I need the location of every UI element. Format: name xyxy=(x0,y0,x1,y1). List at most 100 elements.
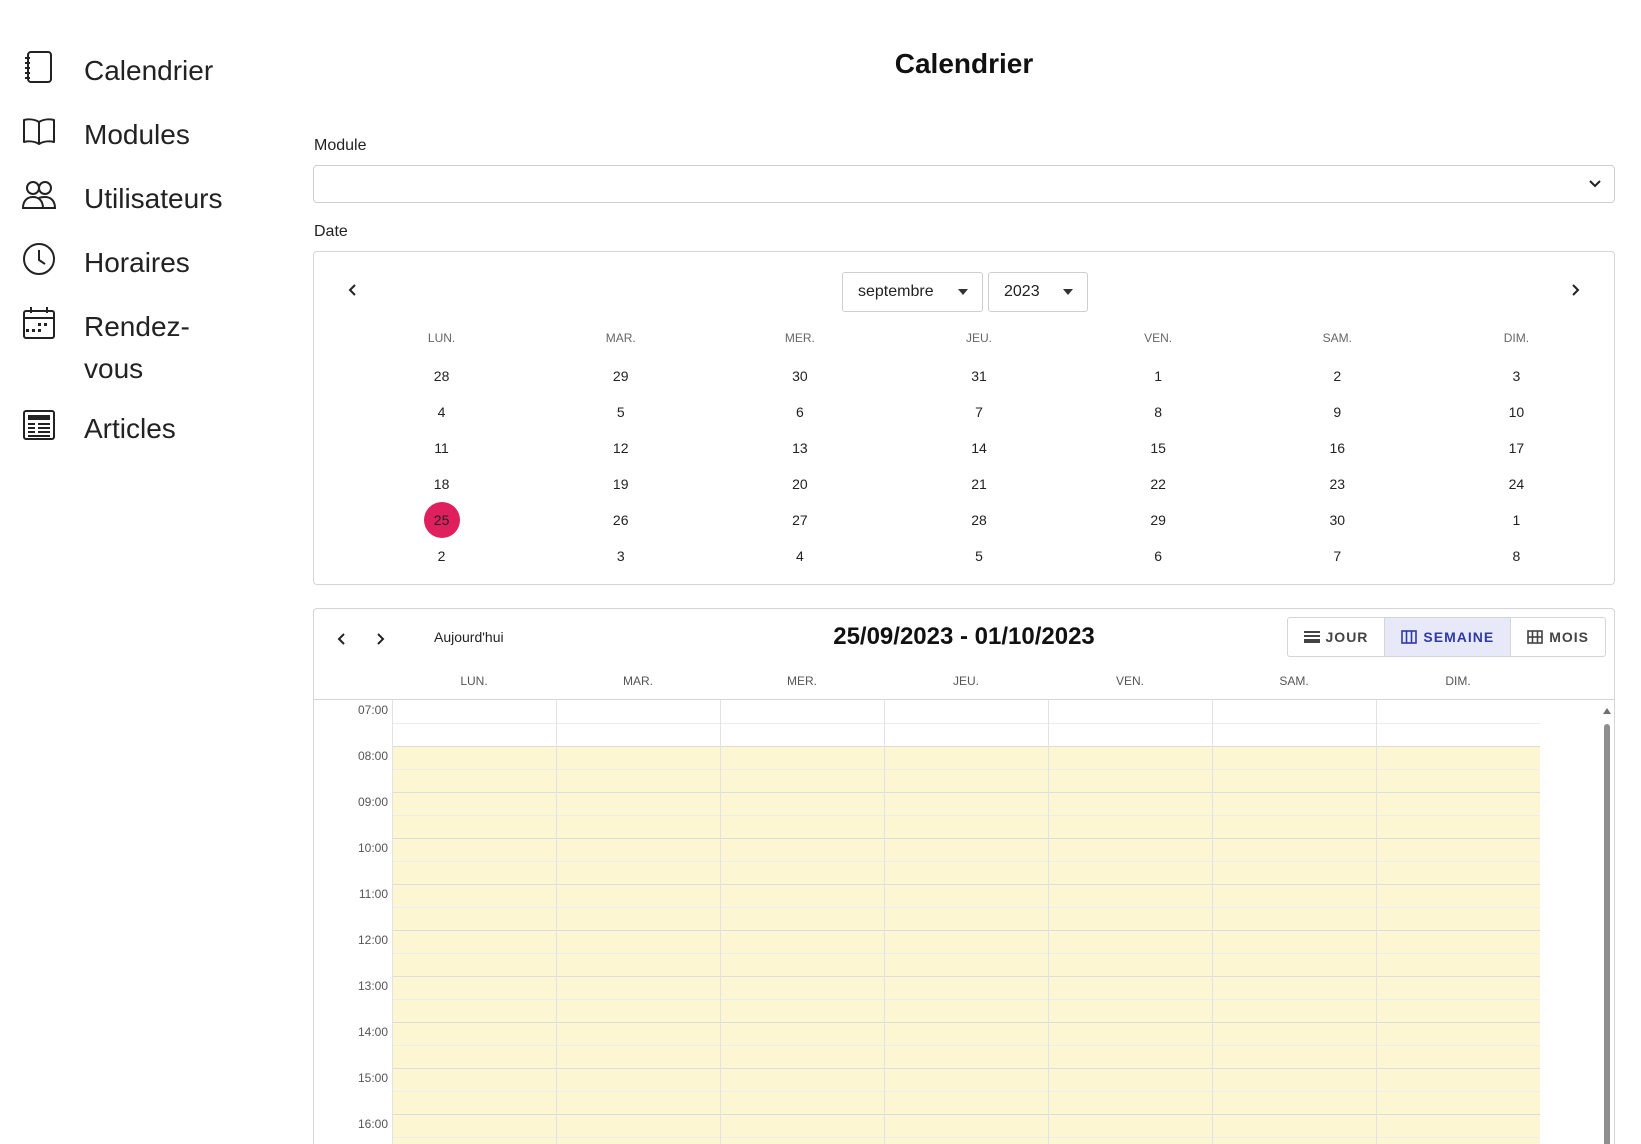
month-dropdown[interactable]: septembre xyxy=(842,272,983,312)
day-number: 30 xyxy=(792,368,808,384)
today-button[interactable]: Aujourd'hui xyxy=(434,629,504,645)
day-number: 7 xyxy=(975,404,983,420)
day-cell[interactable]: 19 xyxy=(531,466,710,502)
week-row: 4 5 6 7 8 9 10 xyxy=(352,394,1606,430)
day-cell[interactable]: 3 xyxy=(531,538,710,574)
day-cell[interactable]: 4 xyxy=(710,538,889,574)
day-cell[interactable]: 28 xyxy=(889,502,1068,538)
view-month-button[interactable]: MOIS xyxy=(1511,618,1605,656)
sidebar-item-label: Horaires xyxy=(84,247,190,278)
day-cell[interactable]: 1 xyxy=(1069,358,1248,394)
caret-down-icon xyxy=(958,289,968,295)
day-cell[interactable]: 30 xyxy=(710,358,889,394)
day-cell[interactable]: 7 xyxy=(889,394,1068,430)
day-cell[interactable]: 29 xyxy=(531,358,710,394)
day-cell[interactable]: 24 xyxy=(1427,466,1606,502)
day-number: 16 xyxy=(1329,440,1346,456)
clock-icon xyxy=(22,242,56,276)
sidebar-item-modules[interactable]: Modules xyxy=(0,102,290,166)
day-number: 1 xyxy=(1512,512,1521,528)
scrollbar-thumb[interactable] xyxy=(1604,724,1610,1144)
day-cell[interactable]: 14 xyxy=(889,430,1068,466)
week-row: 11 12 13 14 15 16 17 xyxy=(352,430,1606,466)
day-cell[interactable]: 5 xyxy=(531,394,710,430)
day-cell[interactable]: 31 xyxy=(889,358,1068,394)
week-view-icon xyxy=(1401,630,1418,644)
day-number: 23 xyxy=(1329,476,1346,492)
day-cell[interactable]: 6 xyxy=(1069,538,1248,574)
day-number: 13 xyxy=(792,440,808,456)
day-cell[interactable]: 26 xyxy=(531,502,710,538)
day-number: 3 xyxy=(616,548,625,564)
day-cell[interactable]: 28 xyxy=(352,358,531,394)
previous-month-button[interactable] xyxy=(340,277,366,303)
day-number: 3 xyxy=(1512,368,1521,384)
day-number: 6 xyxy=(795,404,804,420)
day-column[interactable] xyxy=(884,700,1048,1144)
day-cell[interactable]: 7 xyxy=(1248,538,1427,574)
day-column[interactable] xyxy=(1212,700,1376,1144)
sidebar-item-rendez-vous[interactable]: Rendez-vous xyxy=(0,294,290,396)
day-number: 15 xyxy=(1150,440,1166,456)
time-slot-label: 14:00 xyxy=(357,1025,388,1039)
day-cell[interactable]: 13 xyxy=(710,430,889,466)
month-grid: LUN. MAR. MER. JEU. VEN. SAM. DIM. 28 29 3… xyxy=(352,328,1606,574)
day-cell[interactable]: 17 xyxy=(1427,430,1606,466)
book-icon xyxy=(22,114,56,148)
day-cell[interactable]: 9 xyxy=(1248,394,1427,430)
day-cell[interactable]: 2 xyxy=(352,538,531,574)
view-day-button[interactable]: JOUR xyxy=(1288,618,1386,656)
day-cell[interactable]: 30 xyxy=(1248,502,1427,538)
sidebar-item-horaires[interactable]: Horaires xyxy=(0,230,290,294)
day-cell[interactable]: 12 xyxy=(531,430,710,466)
day-cell[interactable]: 4 xyxy=(352,394,531,430)
view-week-button[interactable]: SEMAINE xyxy=(1385,618,1512,656)
time-slot-label: 09:00 xyxy=(357,795,388,809)
day-column[interactable] xyxy=(1048,700,1212,1144)
day-cell[interactable]: 11 xyxy=(352,430,531,466)
sidebar-item-utilisateurs[interactable]: Utilisateurs xyxy=(0,166,290,230)
day-number: 26 xyxy=(612,512,629,528)
day-number: 4 xyxy=(437,404,446,420)
weekday-label: VEN. xyxy=(1144,331,1173,345)
day-header-label: MER. xyxy=(787,674,817,688)
selected-day-cell[interactable]: 25 xyxy=(352,502,531,538)
day-cell[interactable]: 23 xyxy=(1248,466,1427,502)
day-cell[interactable]: 3 xyxy=(1427,358,1606,394)
day-cell[interactable]: 18 xyxy=(352,466,531,502)
day-cell[interactable]: 29 xyxy=(1069,502,1248,538)
day-column[interactable] xyxy=(392,700,556,1144)
month-dropdown-value: septembre xyxy=(858,283,934,300)
module-select[interactable] xyxy=(313,165,1615,203)
previous-week-button[interactable] xyxy=(330,627,354,651)
sidebar-item-label: Rendez-vous xyxy=(84,311,190,384)
day-cell[interactable]: 22 xyxy=(1069,466,1248,502)
day-cell[interactable]: 21 xyxy=(889,466,1068,502)
sidebar-item-calendrier[interactable]: Calendrier xyxy=(0,38,290,102)
day-cell[interactable]: 8 xyxy=(1427,538,1606,574)
day-number: 28 xyxy=(433,368,450,384)
day-column[interactable] xyxy=(556,700,720,1144)
next-month-button[interactable] xyxy=(1562,277,1588,303)
next-week-button[interactable] xyxy=(368,627,392,651)
day-cell[interactable]: 1 xyxy=(1427,502,1606,538)
day-cell[interactable]: 16 xyxy=(1248,430,1427,466)
day-cell[interactable]: 10 xyxy=(1427,394,1606,430)
sidebar-item-articles[interactable]: Articles xyxy=(0,396,290,460)
scrollbar[interactable] xyxy=(1602,700,1612,1144)
day-column[interactable] xyxy=(1376,700,1540,1144)
caret-down-icon xyxy=(1063,289,1073,295)
day-cell[interactable]: 5 xyxy=(889,538,1068,574)
day-cell[interactable]: 8 xyxy=(1069,394,1248,430)
day-cell[interactable]: 6 xyxy=(710,394,889,430)
time-slot-label: 16:00 xyxy=(357,1117,388,1131)
day-cell[interactable]: 15 xyxy=(1069,430,1248,466)
day-cell[interactable]: 27 xyxy=(710,502,889,538)
time-grid[interactable]: 07:00 08:00 09:00 10:00 11:00 12:00 13:00 14:00… xyxy=(314,699,1614,1144)
time-slot-label: 07:00 xyxy=(357,703,388,717)
day-cell[interactable]: 20 xyxy=(710,466,889,502)
time-slot-label: 11:00 xyxy=(358,887,388,901)
day-cell[interactable]: 2 xyxy=(1248,358,1427,394)
day-column[interactable] xyxy=(720,700,884,1144)
year-dropdown[interactable]: 2023 xyxy=(988,272,1088,312)
